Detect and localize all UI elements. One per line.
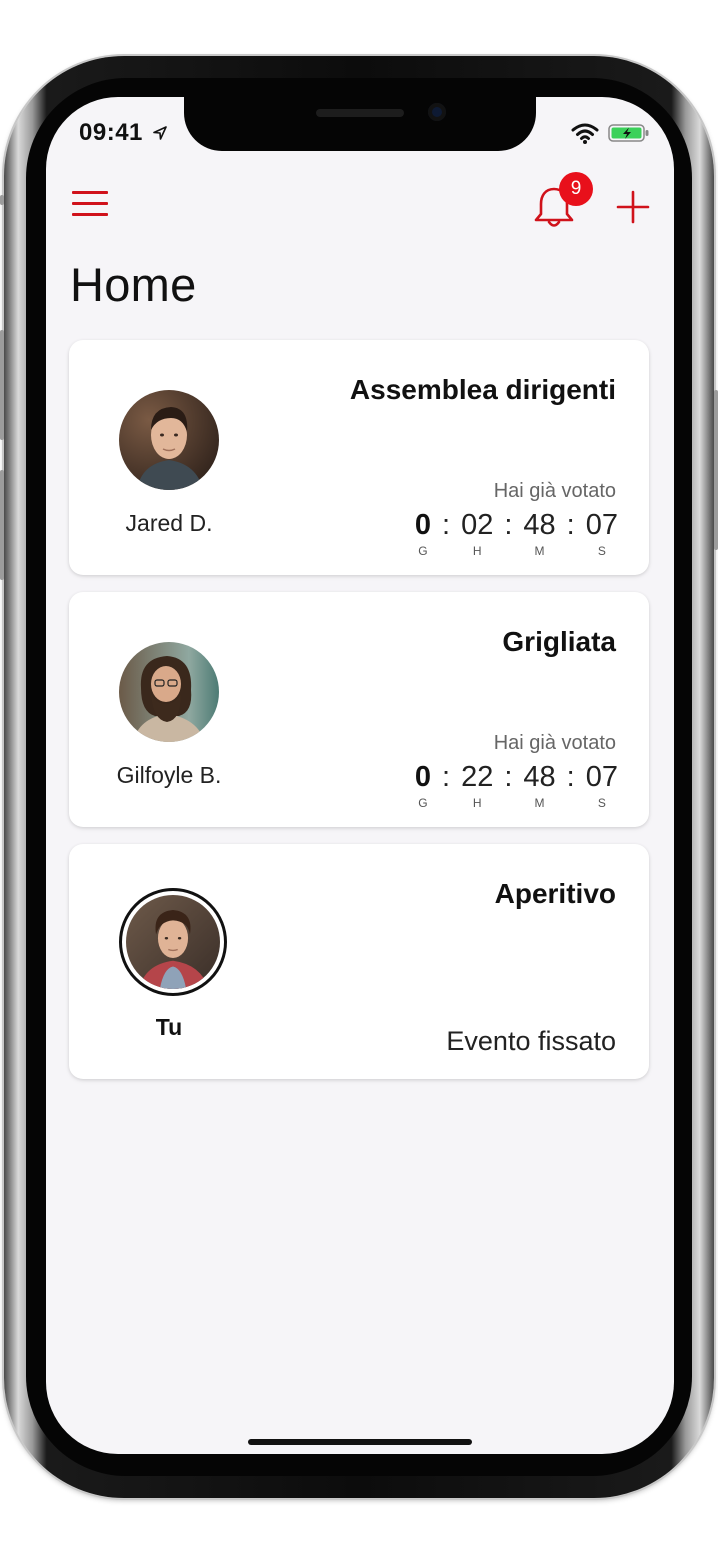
notification-badge[interactable]: 9 <box>559 172 593 206</box>
countdown-seconds-label: S <box>597 544 606 558</box>
countdown-days-label: G <box>418 544 428 558</box>
camera <box>428 103 446 121</box>
person-name: Gilfoyle B. <box>116 762 222 788</box>
countdown-days: 0 <box>414 761 432 793</box>
power-button <box>714 390 718 550</box>
countdown-minutes: 48 <box>523 761 556 793</box>
event-status: Evento fissato <box>446 1026 616 1056</box>
speaker <box>316 109 404 117</box>
event-title: Assemblea dirigenti <box>349 374 616 405</box>
add-event-button[interactable] <box>616 190 650 224</box>
countdown-seconds: 07 <box>585 509 618 541</box>
person-name: Jared D. <box>125 510 213 536</box>
countdown-days-label: G <box>418 796 428 810</box>
countdown-separator: : <box>566 509 575 541</box>
hamburger-menu-icon <box>72 191 108 194</box>
menu-button[interactable] <box>72 191 108 221</box>
countdown-hours-label: H <box>472 796 482 810</box>
countdown-seconds: 07 <box>585 761 618 793</box>
home-indicator[interactable] <box>248 1439 472 1445</box>
countdown-minutes-label: M <box>534 796 545 810</box>
event-card[interactable]: Gilfoyle B. Grigliata Hai già votato 0 G … <box>69 592 649 827</box>
countdown-separator: : <box>442 761 451 793</box>
volume-down-button <box>0 470 4 580</box>
wifi-icon <box>571 123 599 144</box>
countdown-separator: : <box>504 509 513 541</box>
countdown-hours-label: H <box>472 544 482 558</box>
avatar <box>119 390 219 490</box>
event-card[interactable]: Jared D. Assemblea dirigenti Hai già vot… <box>69 340 649 575</box>
notch <box>184 97 536 151</box>
avatar-photo-gilfoyle <box>119 642 219 742</box>
vote-status: Hai già votato <box>493 732 616 754</box>
countdown-separator: : <box>504 761 513 793</box>
person-name: Tu <box>155 1014 183 1040</box>
countdown-seconds-label: S <box>597 796 606 810</box>
avatar-me <box>119 888 227 996</box>
side-button <box>0 195 4 205</box>
countdown-days: 0 <box>414 509 432 541</box>
countdown-separator: : <box>566 761 575 793</box>
battery-charging-icon <box>608 124 649 142</box>
countdown-separator: : <box>442 509 451 541</box>
avatar-photo-jared <box>119 390 219 490</box>
avatar-photo-me <box>126 895 220 989</box>
event-title: Aperitivo <box>494 878 616 909</box>
volume-up-button <box>0 330 4 440</box>
countdown-minutes-label: M <box>534 544 545 558</box>
countdown-timer: 0 G : 22 H : 48 M : 07 S <box>415 760 618 810</box>
app-screen: 09:41 9 Home Jared D. Assemblea dirigent… <box>46 97 674 1454</box>
event-card[interactable]: Tu Aperitivo Evento fissato <box>69 844 649 1079</box>
event-title: Grigliata <box>502 626 616 657</box>
countdown-minutes: 48 <box>523 509 556 541</box>
vote-status: Hai già votato <box>493 480 616 502</box>
avatar <box>119 642 219 742</box>
page-title: Home <box>70 258 197 311</box>
status-time: 09:41 <box>79 119 143 146</box>
location-arrow-icon <box>153 126 167 140</box>
countdown-timer: 0 G : 02 H : 48 M : 07 S <box>415 508 618 558</box>
countdown-hours: 02 <box>461 509 494 541</box>
countdown-hours: 22 <box>461 761 494 793</box>
